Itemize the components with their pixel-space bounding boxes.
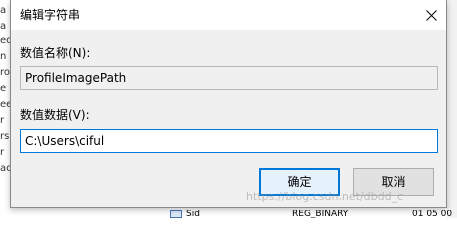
cancel-button[interactable]: 取消 [353,168,434,196]
value-name-field: ProfileImagePath [20,66,438,90]
background-tree-text: n [0,51,7,62]
background-tree-pane: a a eo n ro e ee r rs r ac [0,0,12,218]
registry-value-name: Sid [186,210,200,218]
ok-button[interactable]: 确定 [259,168,340,196]
background-tree-text: r [0,147,5,158]
close-button[interactable] [416,0,446,30]
dialog-titlebar[interactable]: 编辑字符串 [11,0,446,30]
background-tree-text: rs [0,131,10,142]
close-icon [425,9,437,21]
background-tree-text: ro [0,67,11,78]
dialog-title: 编辑字符串 [20,8,81,22]
value-name-label: 数值名称(N): [20,46,91,60]
registry-value-data: 01 05 00 [412,210,453,218]
value-data-label: 数值数据(V): [20,108,90,122]
binary-value-icon [170,210,182,218]
background-tree-text: a [0,21,7,32]
registry-value-type: REG_BINARY [292,210,349,218]
screen: a a eo n ro e ee r rs r ac Sid REG_BINAR… [0,0,457,218]
background-registry-row: Sid REG_BINARY 01 05 00 [160,210,457,218]
background-window-edge [447,0,457,218]
background-tree-text: e [0,83,7,94]
background-tree-text: r [0,115,5,126]
edit-string-dialog: 编辑字符串 数值名称(N): ProfileImagePath 数值数据(V):… [10,0,447,208]
value-data-input[interactable]: C:\Users\ciful [20,129,438,153]
background-tree-text: a [0,5,7,16]
